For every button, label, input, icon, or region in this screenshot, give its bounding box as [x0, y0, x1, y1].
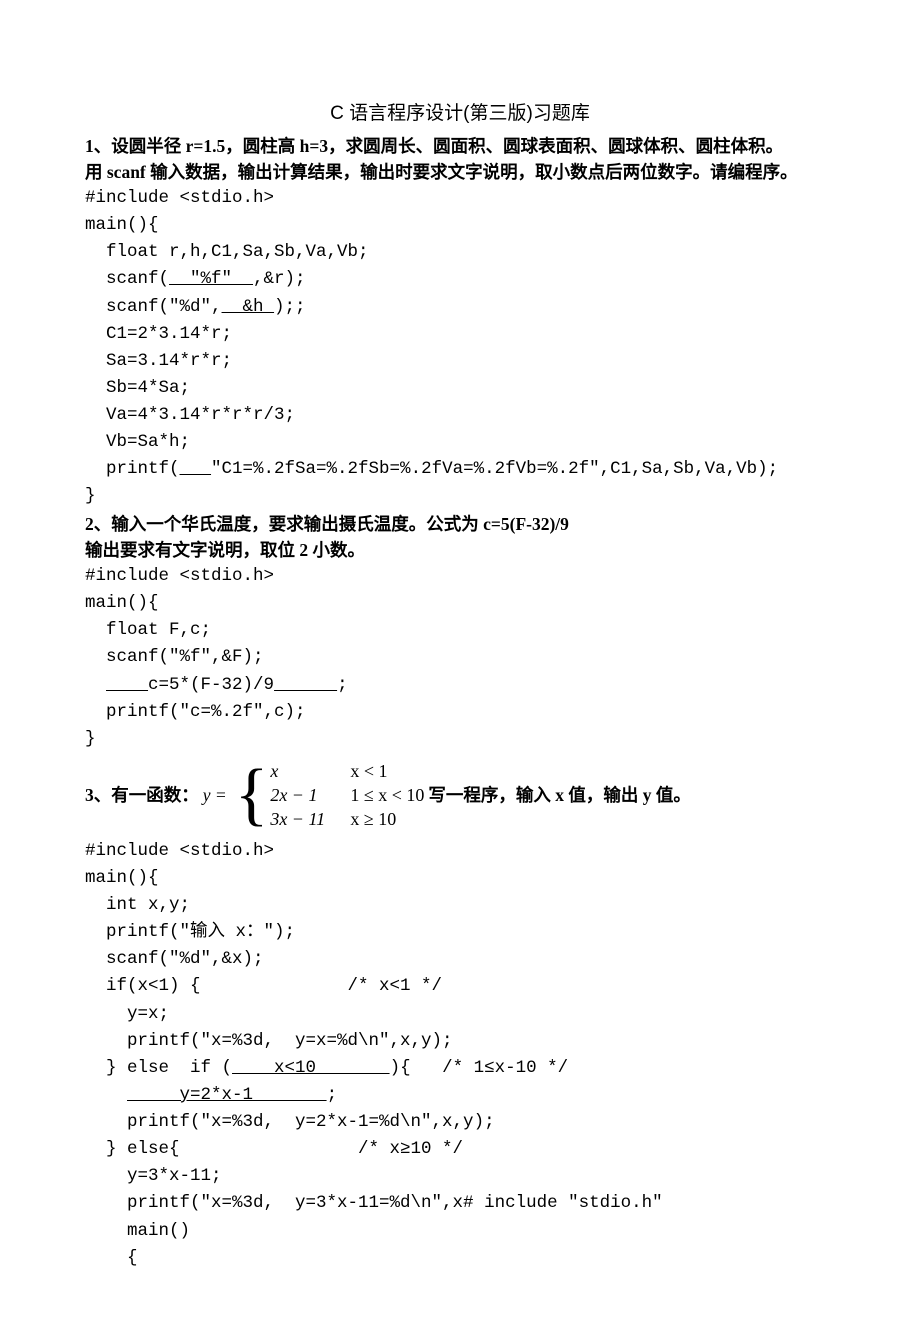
- code-line: y=x;: [85, 1001, 835, 1028]
- code-line: main(): [85, 1218, 835, 1245]
- code-line: if(x<1) { /* x<1 */: [85, 973, 835, 1000]
- problem-3-header: 3、有一函数： y = { xx < 1 2x − 11 ≤ x < 10 3x…: [85, 759, 835, 832]
- code-text: c=5*(F-32)/9: [148, 675, 274, 695]
- blank-fill: &h: [222, 297, 275, 317]
- code-line: printf( "C1=%.2fSa=%.2fSb=%.2fVa=%.2fVb=…: [85, 456, 835, 483]
- code-line: printf("c=%.2f",c);: [85, 699, 835, 726]
- code-text: scanf(: [85, 269, 169, 289]
- code-line: main(){: [85, 212, 835, 239]
- code-text: scanf("%d",: [85, 297, 222, 317]
- case-cond: x ≥ 10: [350, 807, 396, 831]
- case-expr: 2x − 1: [270, 783, 350, 807]
- code-line: main(){: [85, 865, 835, 892]
- problem-2-line-2: 输出要求有文字说明，取位 2 小数。: [85, 537, 835, 563]
- code-line: int x,y;: [85, 892, 835, 919]
- problem-1-line-1: 1、设圆半径 r=1.5，圆柱高 h=3，求圆周长、圆面积、圆球表面积、圆球体积…: [85, 133, 835, 159]
- code-line: main(){: [85, 590, 835, 617]
- code-text: } else if (: [85, 1058, 232, 1078]
- code-line: printf("x=%3d, y=2*x-1=%d\n",x,y);: [85, 1109, 835, 1136]
- code-line: c=5*(F-32)/9 ;: [85, 672, 835, 699]
- code-line: scanf( "%f" ,&r);: [85, 266, 835, 293]
- blank-fill: x<10: [232, 1058, 390, 1078]
- code-line: C1=2*3.14*r;: [85, 321, 835, 348]
- page-title: C 语言程序设计(第三版)习题库: [85, 100, 835, 129]
- code-line: printf("x=%3d, y=x=%d\n",x,y);: [85, 1028, 835, 1055]
- blank-fill: "%f": [169, 269, 253, 289]
- code-line: printf("输入 x：");: [85, 919, 835, 946]
- problem-1-line-2: 用 scanf 输入数据，输出计算结果，输出时要求文字说明，取小数点后两位数字。…: [85, 159, 835, 185]
- code-line: #include <stdio.h>: [85, 563, 835, 590]
- code-line: } else{ /* x≥10 */: [85, 1136, 835, 1163]
- case-expr: 3x − 11: [270, 807, 350, 831]
- blank-fill: [180, 459, 212, 479]
- code-text: );;: [274, 297, 306, 317]
- code-line: y=2*x-1 ;: [85, 1082, 835, 1109]
- blank-fill: [106, 675, 148, 695]
- case-cond: 1 ≤ x < 10: [350, 783, 424, 807]
- problem-3-tail: 写一程序，输入 x 值，输出 y 值。: [428, 782, 691, 808]
- y-equals: y =: [203, 782, 227, 808]
- code-text: ,&r);: [253, 269, 306, 289]
- case-expr: x: [270, 759, 350, 783]
- code-text: printf(: [85, 459, 180, 479]
- problem-3-lead: 3、有一函数：: [85, 782, 199, 808]
- left-brace-icon: {: [235, 759, 269, 832]
- code-line: scanf("%d", &h );;: [85, 294, 835, 321]
- code-line: printf("x=%3d, y=3*x-11=%d\n",x# include…: [85, 1190, 835, 1217]
- code-line: Va=4*3.14*r*r*r/3;: [85, 402, 835, 429]
- blank-fill: y=2*x-1: [127, 1085, 327, 1105]
- code-text: ;: [337, 675, 348, 695]
- code-line: float F,c;: [85, 617, 835, 644]
- code-line: }: [85, 726, 835, 753]
- code-line: float r,h,C1,Sa,Sb,Va,Vb;: [85, 239, 835, 266]
- code-line: #include <stdio.h>: [85, 185, 835, 212]
- piecewise-brace: { xx < 1 2x − 11 ≤ x < 10 3x − 11x ≥ 10: [235, 759, 425, 832]
- code-line: Sb=4*Sa;: [85, 375, 835, 402]
- code-line: scanf("%d",&x);: [85, 946, 835, 973]
- code-text: ;: [327, 1085, 338, 1105]
- case-cond: x < 1: [350, 759, 387, 783]
- code-text: ){ /* 1≤x-10 */: [390, 1058, 569, 1078]
- code-line: y=3*x-11;: [85, 1163, 835, 1190]
- code-line: #include <stdio.h>: [85, 838, 835, 865]
- blank-fill: [274, 675, 337, 695]
- code-line: scanf("%f",&F);: [85, 644, 835, 671]
- code-line: {: [85, 1245, 835, 1272]
- piecewise-cases: xx < 1 2x − 11 ≤ x < 10 3x − 11x ≥ 10: [270, 759, 424, 832]
- code-text: [85, 675, 106, 695]
- code-line: }: [85, 483, 835, 510]
- code-line: Vb=Sa*h;: [85, 429, 835, 456]
- code-line: Sa=3.14*r*r;: [85, 348, 835, 375]
- code-text: "C1=%.2fSa=%.2fSb=%.2fVa=%.2fVb=%.2f",C1…: [211, 459, 778, 479]
- problem-2-line-1: 2、输入一个华氏温度，要求输出摄氏温度。公式为 c=5(F-32)/9: [85, 511, 835, 537]
- code-text: [85, 1085, 127, 1105]
- code-line: } else if ( x<10 ){ /* 1≤x-10 */: [85, 1055, 835, 1082]
